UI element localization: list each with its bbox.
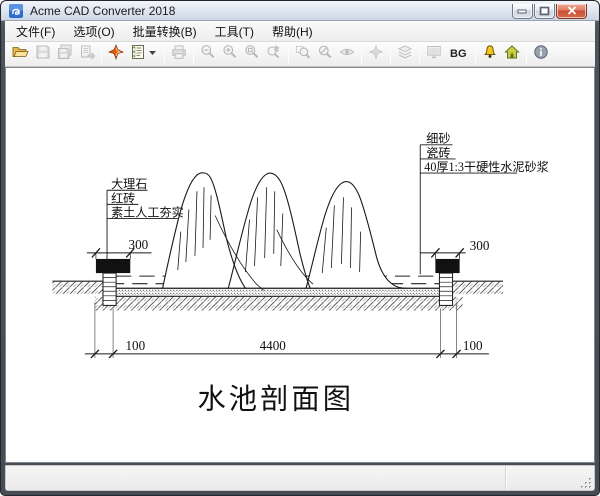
svg-text:100: 100 (125, 338, 145, 353)
status-bar (5, 465, 595, 491)
right-coping (435, 258, 460, 274)
magnifier-box-icon (295, 44, 311, 65)
batch-export-button[interactable] (76, 43, 98, 65)
resize-grip[interactable] (580, 476, 592, 488)
printer-icon (171, 44, 187, 65)
drawing-caption: 水池剖面图 (198, 383, 354, 415)
menu-options[interactable]: 选项(O) (64, 21, 123, 42)
label-ceramic-tile: 瓷砖 (426, 145, 450, 160)
label-fine-sand: 细砂 (426, 132, 450, 146)
label-compacted-soil: 素土人工夯实 (111, 205, 184, 220)
dim-left-coping: 300 (86, 237, 152, 259)
monitor-icon (426, 44, 442, 65)
menu-bar: 文件(F) 选项(O) 批量转换(B) 工具(T) 帮助(H) (5, 21, 595, 42)
floppy-copy-icon (57, 44, 73, 65)
save-button[interactable] (32, 43, 54, 65)
label-red-brick: 红砖 (111, 190, 135, 205)
maximize-button[interactable] (534, 3, 555, 19)
zoom-selection-button[interactable] (292, 43, 314, 65)
toolbar: BG (5, 42, 595, 67)
open-file-button[interactable] (9, 43, 32, 65)
cad-drawing: 大理石 红砖 素土人工夯实 细砂 瓷砖 40厚1:3干硬性水泥砂浆 300 30… (52, 132, 549, 415)
svg-text:300: 300 (129, 237, 149, 252)
layers-button[interactable] (394, 43, 416, 65)
dim-bottom: 100 4400 100 (84, 302, 489, 359)
eye-icon (339, 44, 355, 65)
magnifier-plus-icon (222, 44, 238, 65)
svg-text:100: 100 (463, 338, 483, 353)
close-button[interactable] (556, 3, 587, 19)
red-star-icon (108, 43, 124, 65)
save-copy-button[interactable] (54, 43, 76, 65)
dim-right-coping: 300 (420, 238, 490, 259)
zoom-out-button[interactable] (197, 43, 219, 65)
zoom-in-button[interactable] (219, 43, 241, 65)
view-eye-button[interactable] (336, 43, 358, 65)
gray-star-icon (368, 44, 384, 65)
label-cement-mortar: 40厚1:3干硬性水泥砂浆 (424, 159, 548, 174)
magnifier-e-icon (244, 44, 260, 65)
open-folder-icon (12, 44, 29, 65)
export-pages-icon (79, 44, 96, 65)
about-button[interactable] (530, 43, 552, 65)
bg-text: BG (450, 48, 467, 60)
print-button[interactable] (168, 43, 190, 65)
notification-button[interactable] (479, 43, 501, 65)
zoom-extents-button[interactable] (241, 43, 263, 65)
window-title: Acme CAD Converter 2018 (30, 4, 176, 18)
menu-help[interactable]: 帮助(H) (263, 21, 322, 42)
app-window: Acme CAD Converter 2018 文件(F) 选项(O) 批量转换… (0, 0, 600, 496)
magnifier-slash-icon (317, 44, 333, 65)
layers-icon (397, 44, 413, 65)
bell-icon (482, 44, 498, 65)
homepage-button[interactable] (501, 43, 523, 65)
background-color-button[interactable]: BG (445, 43, 472, 65)
label-marble: 大理石 (111, 177, 147, 191)
magnifier-minus-icon (200, 44, 216, 65)
floppy-icon (35, 44, 51, 65)
menu-batch-convert[interactable]: 批量转换(B) (124, 21, 206, 42)
menu-file[interactable]: 文件(F) (7, 21, 64, 42)
menu-tools[interactable]: 工具(T) (206, 21, 263, 42)
svg-text:300: 300 (470, 238, 490, 253)
notebook-caret-icon (130, 44, 158, 65)
drawing-canvas[interactable]: 大理石 红砖 素土人工夯实 细砂 瓷砖 40厚1:3干硬性水泥砂浆 300 30… (5, 67, 595, 463)
zoom-previous-button[interactable] (314, 43, 336, 65)
export-format-button[interactable] (127, 43, 161, 65)
app-icon (8, 3, 24, 19)
info-icon (533, 44, 549, 65)
svg-text:4400: 4400 (260, 338, 287, 353)
zoom-window-button[interactable] (263, 43, 285, 65)
display-button[interactable] (423, 43, 445, 65)
title-bar[interactable]: Acme CAD Converter 2018 (1, 1, 599, 21)
minimize-button[interactable] (512, 3, 533, 19)
plugin-button[interactable] (365, 43, 387, 65)
magnifier-cursor-icon (266, 44, 282, 65)
status-message (6, 466, 506, 490)
home-icon (503, 44, 520, 65)
left-coping (95, 258, 131, 274)
convert-button[interactable] (105, 43, 127, 65)
